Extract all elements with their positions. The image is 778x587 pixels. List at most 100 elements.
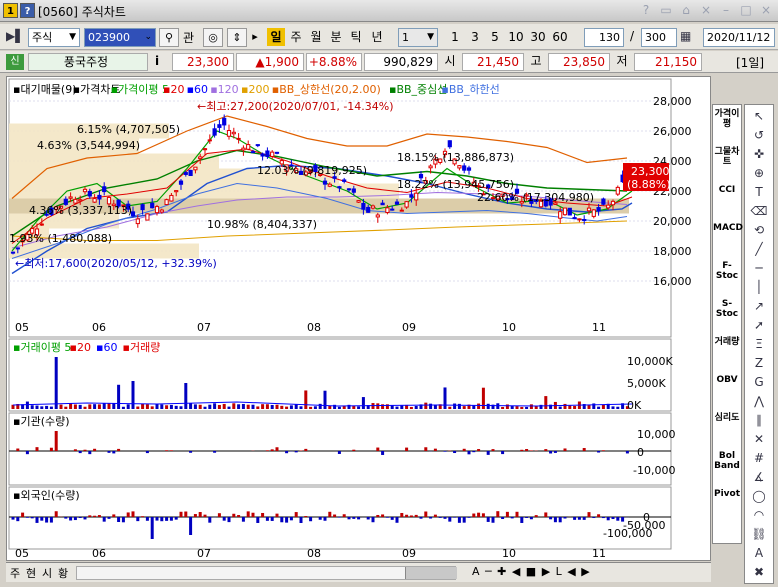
arc-tool-icon[interactable]: ◠ <box>748 506 770 524</box>
screen-number-icon[interactable]: 1 <box>3 3 18 18</box>
interval-30[interactable]: 30 <box>528 28 548 46</box>
delete-tool-icon[interactable]: ✖ <box>748 563 770 581</box>
indicator-4[interactable]: F-Stoc <box>713 261 741 281</box>
z-tool-icon[interactable]: Z <box>748 354 770 372</box>
foreign-bar <box>179 511 183 517</box>
period-day[interactable]: 일 <box>267 28 285 46</box>
cursor-tool-icon[interactable]: ↖ <box>748 107 770 125</box>
total-count-input[interactable]: 300 <box>641 28 677 47</box>
grid-settings-icon[interactable]: ▦ <box>680 29 691 43</box>
foreign-bar <box>184 511 188 517</box>
auto-tool-icon[interactable]: A <box>748 544 770 562</box>
indicator-8[interactable]: 심리도 <box>713 413 741 423</box>
info-button[interactable]: i <box>155 54 159 68</box>
ray-tool-icon[interactable]: ↗ <box>748 297 770 315</box>
foreign-bar <box>333 514 337 517</box>
scrollbar[interactable] <box>76 566 457 580</box>
eraser-tool-icon[interactable]: ⌫ <box>748 202 770 220</box>
fibo-tool-icon[interactable]: Ξ <box>748 335 770 353</box>
fan-tool-icon[interactable]: ∡ <box>748 468 770 486</box>
interval-1[interactable]: 1 <box>446 28 464 46</box>
candle-body <box>351 188 356 193</box>
close-button[interactable]: × <box>756 2 776 19</box>
display-count-input[interactable]: 130 <box>584 28 624 47</box>
circle-tool-icon[interactable]: ◯ <box>748 487 770 505</box>
foreign-bar <box>467 517 471 518</box>
foreign-bar <box>160 517 164 522</box>
sync-button[interactable]: ◎ <box>203 28 223 47</box>
tab-hwang[interactable]: 황 <box>58 565 68 581</box>
foreign-bar <box>385 517 389 518</box>
interval-10[interactable]: 10 <box>506 28 526 46</box>
tab-si[interactable]: 시 <box>42 565 52 581</box>
tab-ju[interactable]: 주 <box>10 565 20 581</box>
period-year[interactable]: 년 <box>368 28 386 46</box>
indicator-2[interactable]: CCI <box>713 185 741 195</box>
up-down-button[interactable]: ⇕ <box>227 28 247 47</box>
pattern-tool-icon[interactable]: ⋀ <box>748 392 770 410</box>
cross-line-tool-icon[interactable]: ✕ <box>748 430 770 448</box>
scrollbar-thumb[interactable] <box>405 567 457 579</box>
chain-tool-icon[interactable]: ⛓ <box>748 525 770 543</box>
line-tool-icon[interactable]: ╱ <box>748 240 770 258</box>
indicator-0[interactable]: 가격이평 <box>713 109 741 129</box>
channel-tool-icon[interactable]: ∥ <box>748 411 770 429</box>
interval-3[interactable]: 3 <box>466 28 484 46</box>
foreign-bar <box>261 512 265 517</box>
volume-bar <box>414 406 418 409</box>
help-button[interactable]: ? <box>636 2 656 19</box>
interval-60[interactable]: 60 <box>550 28 570 46</box>
pin-button[interactable]: ▭ <box>656 2 676 19</box>
candle-body <box>409 194 414 198</box>
hline-tool-icon[interactable]: ─ <box>748 259 770 277</box>
indicator-7[interactable]: OBV <box>713 375 741 385</box>
month-tick-label: 10 <box>502 547 516 560</box>
indicator-3[interactable]: MACD <box>713 223 743 233</box>
minimize-button[interactable]: – <box>716 2 736 19</box>
arrow-tool-icon[interactable]: ➚ <box>748 316 770 334</box>
vline-tool-icon[interactable]: │ <box>748 278 770 296</box>
zoom-tool-icon[interactable]: ⊕ <box>748 164 770 182</box>
more-button[interactable]: ▸ <box>249 28 261 47</box>
market-select[interactable]: 주식 ▼ <box>28 28 80 47</box>
chart-area[interactable]: 28,000 26,000 24,000 22,000 20,000 18,000 16,0… <box>6 76 711 561</box>
foreign-bar <box>189 517 193 535</box>
period-month[interactable]: 월 <box>307 28 325 46</box>
volume-bar <box>64 406 68 409</box>
indicator-5[interactable]: S-Stoc <box>713 299 741 319</box>
cross-tool-icon[interactable]: ✜ <box>748 145 770 163</box>
link-icon[interactable]: ▶▌ <box>6 29 26 45</box>
volume-bar <box>357 406 361 409</box>
indicator-10[interactable]: Pivot <box>713 489 741 499</box>
volume-bar <box>429 403 433 409</box>
quote-bar: 신 풍국주정 i 23,300 ▲1,900 +8.88% 990,829 시 … <box>0 51 778 73</box>
reset-tool-icon[interactable]: ↺ <box>748 126 770 144</box>
interval-5[interactable]: 5 <box>486 28 504 46</box>
stock-code-input[interactable]: 023900 ⌄ <box>84 28 156 47</box>
maximize-button[interactable]: □ <box>736 2 756 19</box>
volume-bar <box>189 403 193 409</box>
tab-hyun[interactable]: 현 <box>26 565 36 581</box>
slash-separator: / <box>630 29 635 43</box>
period-week[interactable]: 주 <box>287 28 305 46</box>
text-tool-icon[interactable]: T <box>748 183 770 201</box>
chart-control-buttons[interactable]: A ─ ✚ ◀ ■ ▶ L ◀ ▶ <box>472 565 591 578</box>
period-count-select[interactable]: 1 ▼ <box>398 28 438 47</box>
foreign-bar <box>203 514 207 517</box>
date-input[interactable]: 2020/11/12 <box>703 28 775 47</box>
cycle-tool-icon[interactable]: ⟲ <box>748 221 770 239</box>
indicator-6[interactable]: 거래량 <box>713 337 741 347</box>
g-tool-icon[interactable]: G <box>748 373 770 391</box>
indicator-9[interactable]: Bol Band <box>713 451 741 471</box>
indicator-1[interactable]: 그물차트 <box>713 147 741 167</box>
watchlist-button[interactable]: 관 <box>183 29 194 46</box>
help-icon[interactable]: ? <box>20 3 35 18</box>
main-toolbar: ▶▌ 주식 ▼ 023900 ⌄ ⚲ 관 ◎ ⇕ ▸ 일 주 월 분 틱 년 1 ▼ … <box>0 24 778 50</box>
period-minute[interactable]: 분 <box>327 28 345 46</box>
grid-tool-icon[interactable]: # <box>748 449 770 467</box>
period-tick[interactable]: 틱 <box>347 28 365 46</box>
link-button[interactable]: ⌂ <box>676 2 696 19</box>
foreign-bar <box>304 516 308 517</box>
close-group-button[interactable]: × <box>696 2 716 19</box>
search-button[interactable]: ⚲ <box>159 28 179 47</box>
